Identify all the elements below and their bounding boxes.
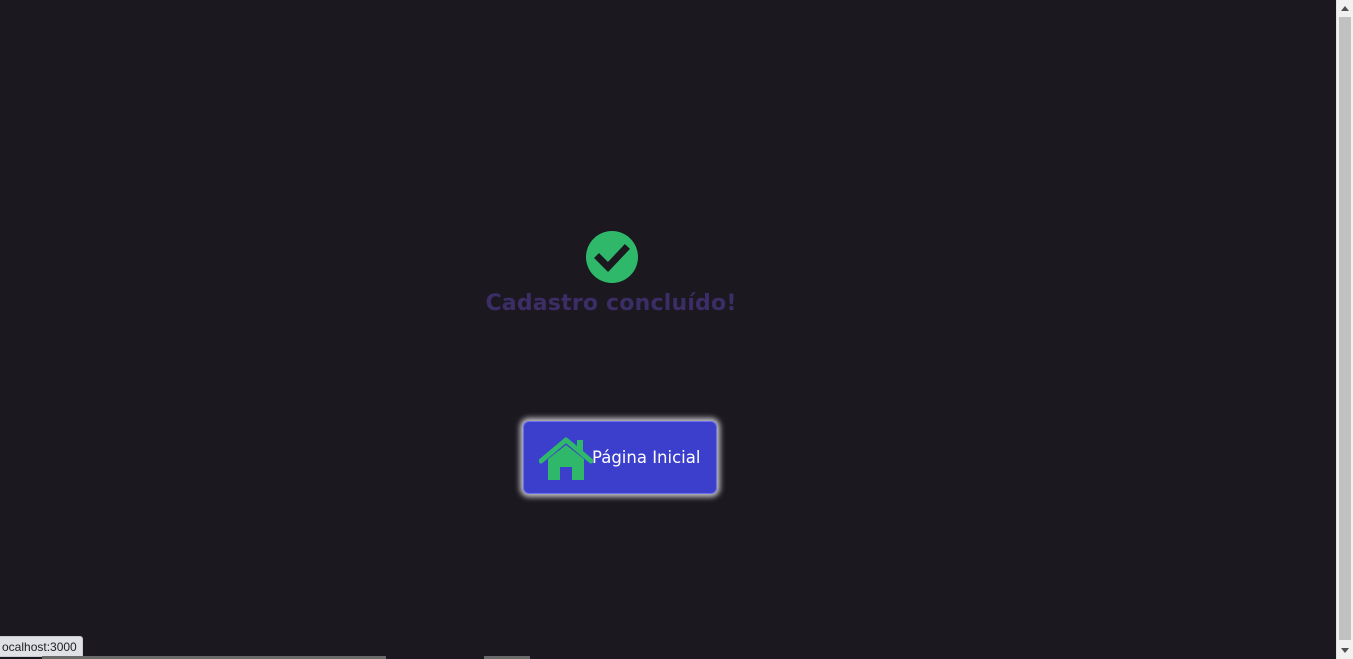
scrollbar-thumb[interactable]: [1339, 17, 1351, 640]
home-button-label: Página Inicial: [592, 448, 701, 467]
status-bar-url: ocalhost:3000: [0, 636, 83, 657]
home-button[interactable]: Página Inicial: [523, 421, 717, 494]
vertical-scrollbar[interactable]: [1336, 0, 1353, 659]
check-circle-icon: [586, 231, 638, 283]
page-title: Cadastro concluído!: [485, 291, 737, 316]
home-icon: [539, 437, 593, 480]
scroll-up-arrow-icon[interactable]: [1337, 0, 1353, 17]
page-viewport: Cadastro concluído! Página Inicial ocalh…: [0, 0, 1336, 659]
scroll-down-arrow-icon[interactable]: [1337, 642, 1353, 659]
